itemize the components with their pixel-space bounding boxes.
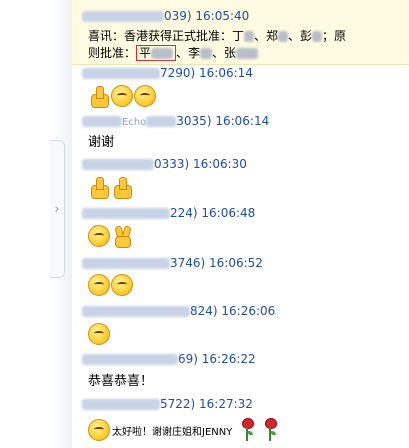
thumbs-up-icon <box>111 176 133 199</box>
chevron-right-icon: › <box>54 201 60 217</box>
sender-name-blurred <box>82 399 160 410</box>
message-timestamp: 3035) 16:06:14 <box>176 114 270 128</box>
redacted-name <box>312 31 323 42</box>
sender-name-blurred <box>146 116 177 127</box>
emoji-row <box>88 225 133 248</box>
thumbs-up-icon <box>88 85 110 108</box>
giggle-face-icon <box>88 419 110 441</box>
redacted-name <box>236 48 259 59</box>
sender-name-blurred <box>82 258 170 269</box>
rose-icon <box>239 418 255 442</box>
emoji-row <box>88 323 110 345</box>
message-header: 824) 16:26:06 <box>82 304 275 318</box>
message-header: 3746) 16:06:52 <box>82 256 263 270</box>
giggle-face-icon <box>111 274 133 296</box>
sender-name-blurred <box>82 116 122 127</box>
sender-name-blurred <box>82 11 164 22</box>
redacted-name <box>278 31 289 42</box>
message-text: 、郑 <box>254 29 279 43</box>
message-header: 039) 16:05:40 <box>82 9 249 23</box>
message-header: Echo 3035) 16:06:14 <box>82 114 269 128</box>
message-timestamp: 824) 16:26:06 <box>190 304 276 318</box>
sender-name-blurred <box>82 68 160 79</box>
message-timestamp: 7290) 16:06:14 <box>160 66 253 80</box>
sidebar-collapse-handle[interactable]: › <box>50 140 65 278</box>
redacted-name <box>244 31 255 42</box>
highlight-box: 平 <box>136 45 177 61</box>
message-text: 太好啦！谢谢庄姐和JENNY <box>112 426 233 438</box>
message-header: 5722) 16:27:32 <box>82 397 253 411</box>
message-text: 、张 <box>212 46 237 60</box>
message-text: 、彭 <box>288 29 313 43</box>
emoji-row <box>88 176 133 199</box>
emoji-row <box>88 85 156 108</box>
message-body: 喜讯：香港获得正式批准：丁 、郑 、彭 ；原 则批准：平 、李 、张 <box>88 28 346 62</box>
message-text: 恭喜恭喜！ <box>88 374 154 389</box>
message-timestamp: 69) 16:26:22 <box>178 352 256 366</box>
giggle-face-icon <box>134 85 156 107</box>
giggle-face-icon <box>88 225 110 247</box>
message-header: 224) 16:06:48 <box>82 206 255 220</box>
message-header: 7290) 16:06:14 <box>82 66 253 80</box>
message-row: 太好啦！谢谢庄姐和JENNY <box>88 418 278 442</box>
message-timestamp: 3746) 16:06:52 <box>170 256 263 270</box>
message-header: 0333) 16:06:30 <box>82 157 247 171</box>
sender-name-visible: Echo <box>122 117 147 128</box>
giggle-face-icon <box>88 274 110 296</box>
rose-icon <box>262 418 278 442</box>
sender-name-blurred <box>82 208 170 219</box>
giggle-face-icon <box>88 323 110 345</box>
sender-name-blurred <box>82 306 190 317</box>
message-text: 平 <box>139 46 152 60</box>
sender-name-blurred <box>82 354 178 365</box>
message-text: 、李 <box>176 46 201 60</box>
thumbs-up-icon <box>88 176 110 199</box>
message-text: 谢谢 <box>88 135 115 150</box>
message-timestamp: 224) 16:06:48 <box>170 206 256 220</box>
giggle-face-icon <box>111 85 133 107</box>
message-timestamp: 0333) 16:06:30 <box>154 157 247 171</box>
message-timestamp: 039) 16:05:40 <box>164 9 250 23</box>
message-header: 69) 16:26:22 <box>82 352 256 366</box>
redacted-name <box>151 48 174 59</box>
message-timestamp: 5722) 16:27:32 <box>160 397 253 411</box>
emoji-row <box>88 274 133 296</box>
sender-name-blurred <box>82 159 154 170</box>
redacted-name <box>200 48 213 59</box>
message-text: ；原 <box>322 29 347 43</box>
message-text: 喜讯：香港获得正式批准：丁 <box>88 29 245 43</box>
victory-hand-icon <box>111 225 133 248</box>
message-text: 则批准： <box>88 46 137 60</box>
chat-message-list[interactable]: 039) 16:05:40 喜讯：香港获得正式批准：丁 、郑 、彭 ；原 则批准：平 、… <box>72 0 409 448</box>
